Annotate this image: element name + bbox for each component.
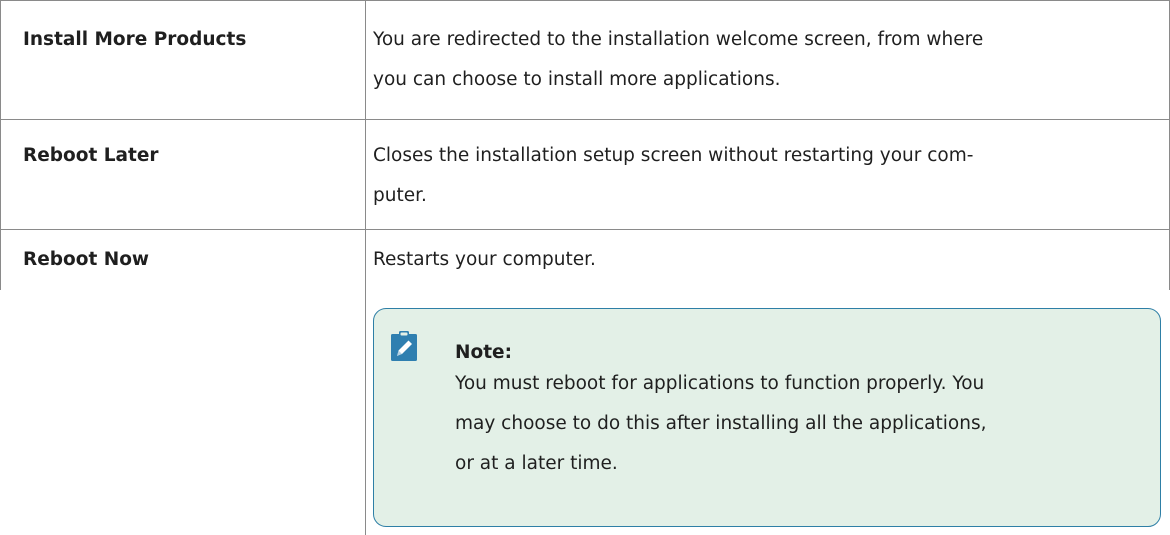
table-top-border xyxy=(0,0,1170,1)
option-description-install-more-products: You are redirected to the installation w… xyxy=(373,20,1153,100)
description-line: puter. xyxy=(373,185,427,206)
table-left-border xyxy=(0,0,1,290)
table-row-divider xyxy=(0,229,1170,230)
note-body-line: may choose to do this after installing a… xyxy=(455,413,987,434)
option-label-install-more-products: Install More Products xyxy=(23,29,247,50)
note-body-line: or at a later time. xyxy=(455,453,618,474)
note-body: You must reboot for applications to func… xyxy=(455,364,1145,484)
description-line: Restarts your computer. xyxy=(373,249,596,270)
description-line: You are redirected to the installation w… xyxy=(373,29,984,50)
option-label-reboot-later: Reboot Later xyxy=(23,145,159,166)
options-table: Install More Products You are redirected… xyxy=(0,0,1170,535)
table-column-divider xyxy=(365,0,366,535)
note-callout: Note: You must reboot for applications t… xyxy=(373,308,1161,527)
note-body-line: You must reboot for applications to func… xyxy=(455,373,985,394)
pencil-note-icon xyxy=(391,331,417,361)
description-line: Closes the installation setup screen wit… xyxy=(373,145,974,166)
option-description-reboot-now: Restarts your computer. xyxy=(373,240,1153,280)
option-label-reboot-now: Reboot Now xyxy=(23,249,150,270)
table-row-divider xyxy=(0,119,1170,120)
option-description-reboot-later: Closes the installation setup screen wit… xyxy=(373,136,1153,216)
description-line: you can choose to install more applicati… xyxy=(373,69,781,90)
